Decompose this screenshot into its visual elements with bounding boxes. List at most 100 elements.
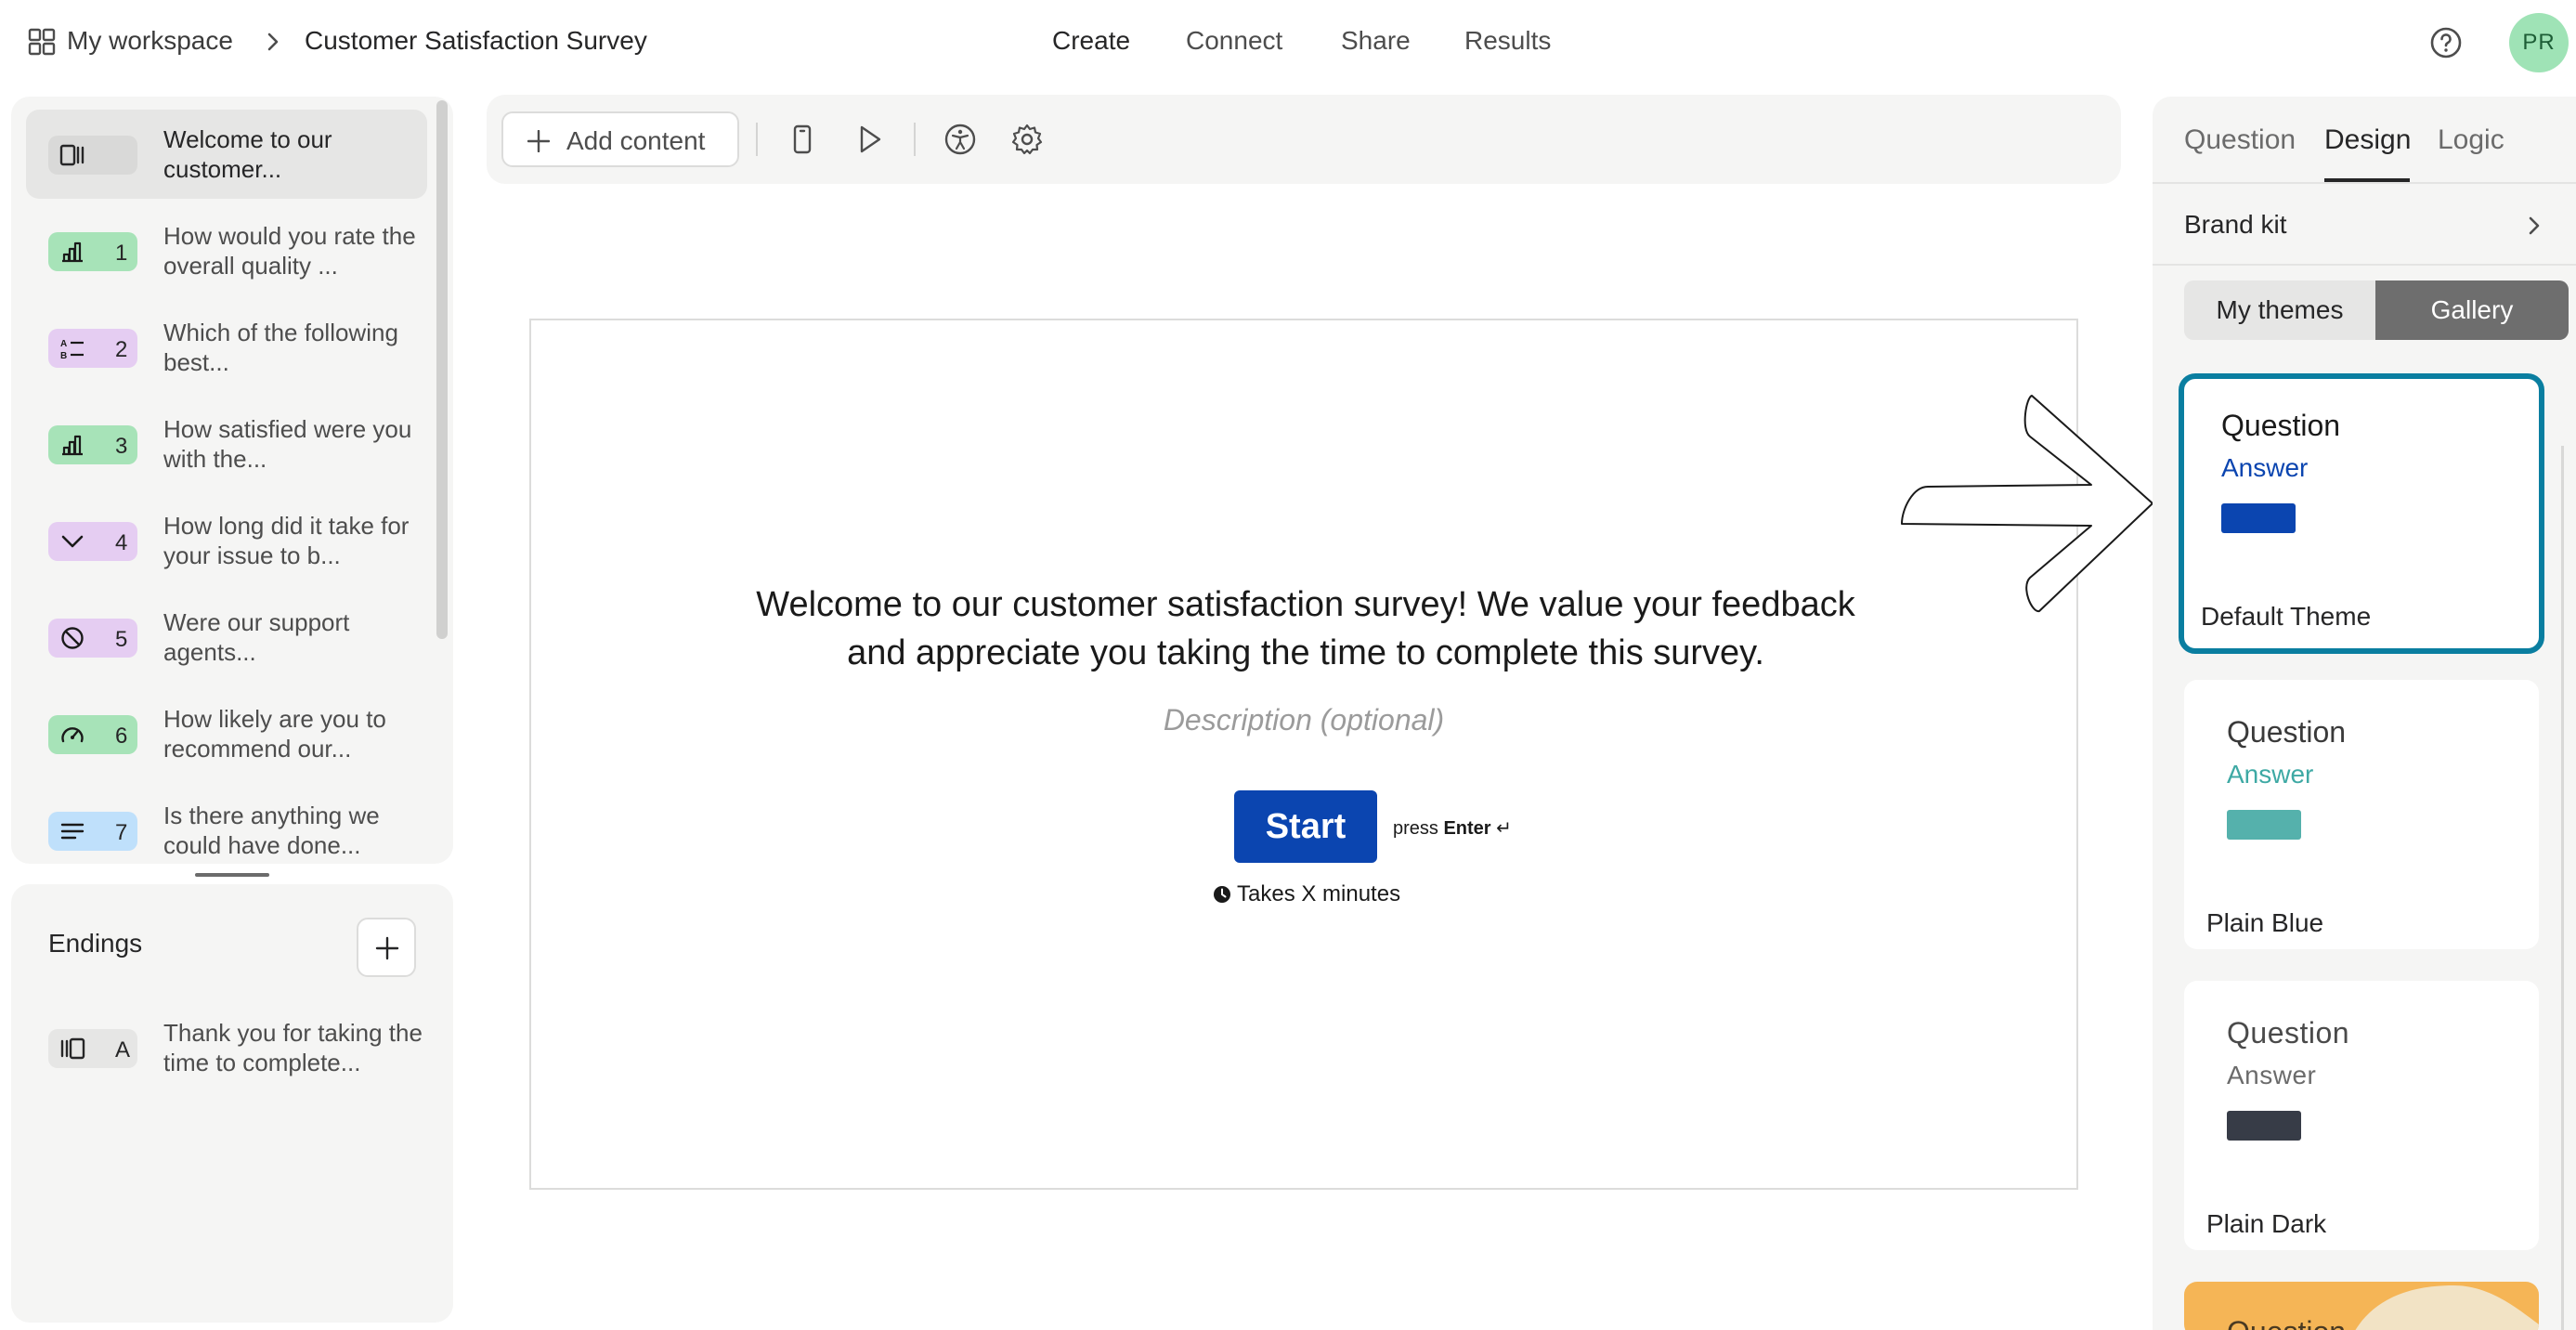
help-icon[interactable] (2429, 26, 2463, 59)
section-divider (2153, 264, 2576, 266)
clock-icon (1214, 886, 1230, 903)
nav-create[interactable]: Create (1052, 26, 1130, 56)
question-type-badge: 1 (48, 232, 137, 271)
question-item-5[interactable]: 5 Were our support agents... (26, 593, 427, 682)
gear-icon[interactable] (1010, 123, 1044, 156)
theme-name: Default Theme (2201, 602, 2372, 631)
chevron-right-icon (267, 33, 279, 51)
ending-text: Thank you for taking the time to complet… (163, 1019, 423, 1076)
avatar[interactable]: PR (2509, 13, 2569, 72)
theme-button-swatch (2227, 1111, 2301, 1141)
time-estimate: Takes X minutes (1213, 881, 1400, 907)
question-type-badge: 3 (48, 425, 137, 464)
survey-title[interactable]: Customer Satisfaction Survey (305, 26, 647, 56)
question-item-6[interactable]: 6 How likely are you to recommend our... (26, 689, 427, 778)
tab-divider (2153, 182, 2576, 184)
theme-card-plain-blue[interactable]: Question Answer Plain Blue (2184, 680, 2539, 949)
add-content-label: Add content (566, 126, 706, 155)
question-number: 6 (115, 724, 128, 749)
question-number: 5 (115, 627, 128, 652)
top-bar: My workspace Customer Satisfaction Surve… (0, 0, 2576, 85)
toolbar-divider (914, 123, 916, 156)
accessibility-icon[interactable] (943, 123, 977, 156)
question-type-badge (48, 136, 137, 175)
rating-bars-icon (62, 241, 83, 263)
press-enter-hint: press Enter ↵ (1393, 816, 1512, 840)
question-list-panel: Welcome to our customer... 1 How would y… (11, 97, 453, 864)
question-type-badge: 5 (48, 619, 137, 658)
theme-answer-preview: Answer (2221, 453, 2309, 482)
add-ending-button[interactable] (357, 918, 416, 977)
nav-connect[interactable]: Connect (1186, 26, 1282, 56)
question-number: 2 (115, 337, 128, 362)
description-field[interactable]: Description (optional) (531, 703, 2076, 737)
annotation-arrow-icon (1901, 395, 2153, 612)
multiple-choice-icon: A B (60, 339, 84, 360)
brand-kit-link[interactable]: Brand kit (2184, 210, 2287, 240)
endings-panel: Endings A Thank you for taking the time … (11, 884, 453, 1323)
long-text-icon (60, 823, 85, 840)
welcome-message[interactable]: Welcome to our customer satisfaction sur… (735, 580, 1876, 677)
question-type-badge: 4 (48, 522, 137, 561)
question-item-2[interactable]: A B 2 Which of the following best... (26, 303, 427, 392)
gauge-icon (61, 727, 84, 743)
svg-text:B: B (60, 351, 67, 360)
question-number: 1 (115, 241, 128, 266)
my-themes-option[interactable]: My themes (2184, 280, 2375, 340)
welcome-screen-icon (59, 144, 85, 166)
theme-card-plain-dark[interactable]: Question Answer Plain Dark (2184, 981, 2539, 1250)
question-text: Were our support agents... (163, 608, 350, 666)
tab-question[interactable]: Question (2184, 124, 2296, 156)
tab-logic[interactable]: Logic (2438, 124, 2504, 156)
survey-preview-canvas: Welcome to our customer satisfaction sur… (529, 319, 2078, 1190)
nav-share[interactable]: Share (1341, 26, 1411, 56)
theme-card-partial[interactable]: Question (2184, 1282, 2539, 1330)
theme-card-default[interactable]: Question Answer Default Theme (2179, 373, 2544, 654)
question-text: Welcome to our customer... (163, 125, 332, 183)
panel-scrollbar[interactable] (2561, 446, 2564, 1330)
play-icon[interactable] (852, 123, 886, 156)
theme-name: Plain Dark (2206, 1209, 2327, 1238)
sidebar-scrollbar[interactable] (436, 100, 448, 639)
question-text: How likely are you to recommend our... (163, 705, 386, 763)
enter-symbol: ↵ (1496, 818, 1512, 839)
chevron-right-icon[interactable] (2524, 212, 2544, 240)
question-number: 3 (115, 434, 128, 459)
question-item-welcome[interactable]: Welcome to our customer... (26, 110, 427, 199)
theme-button-swatch (2227, 810, 2301, 840)
breadcrumb-workspace[interactable]: My workspace (67, 26, 233, 56)
tab-design[interactable]: Design (2324, 124, 2411, 156)
question-item-3[interactable]: 3 How satisfied were you with the... (26, 399, 427, 489)
question-type-badge: 7 (48, 812, 137, 851)
toolbar-divider (756, 123, 758, 156)
svg-text:A: A (60, 339, 67, 349)
gallery-option[interactable]: Gallery (2375, 280, 2569, 340)
theme-question-preview: Question (2221, 409, 2341, 442)
theme-question-preview: Question (2227, 715, 2347, 749)
question-item-7[interactable]: 7 Is there anything we could have done..… (26, 786, 427, 864)
question-number: 4 (115, 530, 128, 555)
question-type-badge: A B 2 (48, 329, 137, 368)
time-estimate-text: Takes X minutes (1237, 881, 1401, 906)
theme-button-swatch (2221, 503, 2296, 533)
question-text: How long did it take for your issue to b… (163, 512, 410, 569)
question-text: How would you rate the overall quality .… (163, 222, 416, 280)
properties-panel: Question Design Logic Brand kit My theme… (2153, 97, 2576, 1330)
question-number: 7 (115, 820, 128, 845)
add-content-button[interactable]: Add content (501, 111, 739, 167)
grid-icon[interactable] (28, 28, 56, 56)
ending-item-a[interactable]: A Thank you for taking the time to compl… (26, 1003, 427, 1092)
theme-answer-preview: Answer (2227, 1061, 2317, 1089)
mobile-preview-icon[interactable] (786, 123, 819, 156)
editor-toolbar: Add content (487, 95, 2121, 184)
question-item-4[interactable]: 4 How long did it take for your issue to… (26, 496, 427, 585)
plus-icon (375, 936, 399, 960)
panel-resize-handle[interactable] (195, 873, 269, 877)
chevron-down-icon (61, 535, 84, 548)
ending-letter: A (115, 1037, 131, 1063)
theme-answer-preview: Answer (2227, 760, 2314, 789)
nav-results[interactable]: Results (1464, 26, 1551, 56)
start-button[interactable]: Start (1234, 790, 1377, 863)
ending-screen-icon (60, 1037, 85, 1060)
question-item-1[interactable]: 1 How would you rate the overall quality… (26, 206, 427, 295)
